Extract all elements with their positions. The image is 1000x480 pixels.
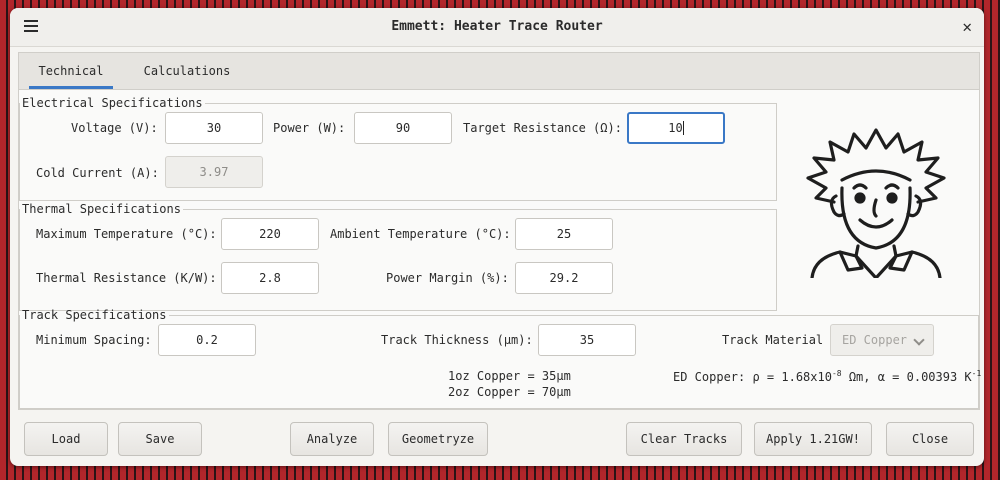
target-resistance-input[interactable]: 10 [627, 112, 725, 144]
target-resistance-label: Target Resistance (Ω): [463, 121, 622, 135]
minimum-spacing-label: Minimum Spacing: [36, 333, 152, 347]
track-thickness-input[interactable]: 35 [538, 324, 636, 356]
voltage-input[interactable]: 30 [165, 112, 263, 144]
chevron-down-icon [913, 334, 925, 346]
track-material-dropdown[interactable]: ED Copper [830, 324, 934, 356]
thermal-resistance-input[interactable]: 2.8 [221, 262, 319, 294]
note-2oz-copper: 2oz Copper = 70μm [448, 385, 571, 399]
copper-properties-prefix: ED Copper: ρ = 1.68x10 [673, 370, 832, 384]
scientist-avatar-icon [806, 128, 946, 278]
cold-current-field: 3.97 [165, 156, 263, 188]
load-button[interactable]: Load [24, 422, 108, 456]
copper-properties-middle: Ωm, α = 0.00393 K [841, 370, 972, 384]
tab-calculations[interactable]: Calculations [135, 53, 239, 89]
max-temperature-input[interactable]: 220 [221, 218, 319, 250]
power-label: Power (W): [273, 121, 346, 135]
max-temperature-label: Maximum Temperature (°C): [36, 227, 217, 241]
power-margin-label: Power Margin (%): [386, 271, 509, 285]
text-caret [682, 121, 684, 135]
tab-bar: Technical Calculations [19, 53, 979, 90]
target-resistance-value: 10 [668, 121, 683, 135]
track-thickness-label: Track Thickness (μm): [381, 333, 533, 347]
resistivity-exponent: -8 [831, 369, 842, 378]
thermal-specifications-title: Thermal Specifications [22, 202, 181, 216]
app-window: Emmett: Heater Trace Router ✕ Technical … [10, 8, 984, 466]
cold-current-label: Cold Current (A): [36, 166, 159, 180]
tab-technical[interactable]: Technical [29, 53, 113, 89]
ambient-temperature-label: Ambient Temperature (°C): [330, 227, 511, 241]
geometryze-button[interactable]: Geometryze [388, 422, 488, 456]
close-icon[interactable]: ✕ [962, 17, 972, 36]
power-margin-input[interactable]: 29.2 [515, 262, 613, 294]
clear-tracks-button[interactable]: Clear Tracks [626, 422, 742, 456]
track-material-value: ED Copper [842, 333, 908, 347]
thermal-specifications-group: Thermal Specifications [19, 203, 777, 311]
save-button[interactable]: Save [118, 422, 202, 456]
window-title: Emmett: Heater Trace Router [391, 19, 603, 34]
close-button[interactable]: Close [886, 422, 974, 456]
title-bar: Emmett: Heater Trace Router ✕ [10, 8, 984, 47]
apply-button[interactable]: Apply 1.21GW! [754, 422, 872, 456]
minimum-spacing-input[interactable]: 0.2 [158, 324, 256, 356]
track-specifications-title: Track Specifications [22, 308, 167, 322]
power-input[interactable]: 90 [354, 112, 452, 144]
electrical-specifications-title: Electrical Specifications [22, 96, 203, 110]
copper-properties-note: ED Copper: ρ = 1.68x10-8 Ωm, α = 0.00393… [673, 369, 981, 384]
ambient-temperature-input[interactable]: 25 [515, 218, 613, 250]
analyze-button[interactable]: Analyze [290, 422, 374, 456]
alpha-exponent: -1 [971, 369, 982, 378]
note-1oz-copper: 1oz Copper = 35μm [448, 369, 571, 383]
voltage-label: Voltage (V): [71, 121, 158, 135]
thermal-resistance-label: Thermal Resistance (K/W): [36, 271, 217, 285]
track-material-label: Track Material [722, 333, 824, 347]
